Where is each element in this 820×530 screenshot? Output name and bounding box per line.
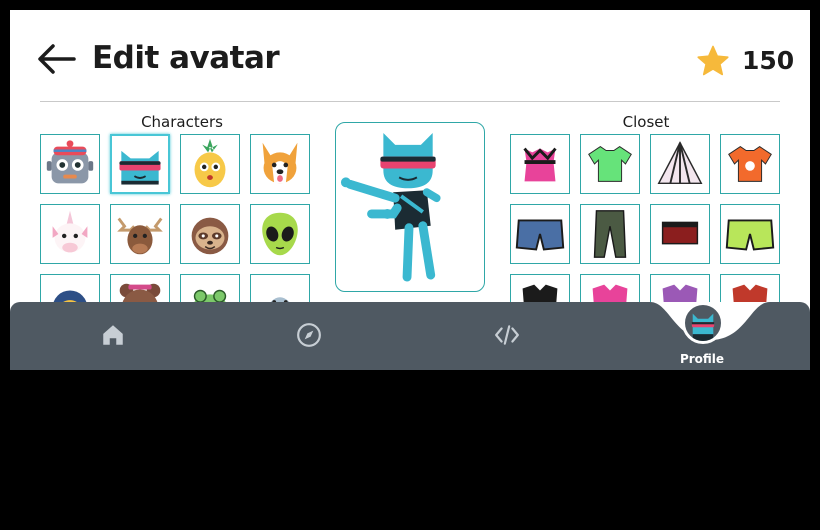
star-count: 150 <box>742 46 795 75</box>
closet-orange-tshirt[interactable] <box>720 134 780 194</box>
closet-red-skirt[interactable] <box>650 204 710 264</box>
header-divider <box>40 101 780 102</box>
nav-home[interactable] <box>88 302 138 370</box>
closet-striped-cape[interactable] <box>650 134 710 194</box>
character-unicorn[interactable] <box>40 204 100 264</box>
character-sloth[interactable] <box>180 204 240 264</box>
avatar-preview <box>335 122 485 292</box>
character-cat[interactable] <box>110 134 170 194</box>
closet-label: Closet <box>622 113 670 131</box>
nav-explore[interactable] <box>284 302 334 370</box>
profile-avatar-icon[interactable] <box>682 302 724 344</box>
character-corgi[interactable] <box>250 134 310 194</box>
nav-code[interactable] <box>482 302 532 370</box>
closet-green-shorts[interactable] <box>720 204 780 264</box>
closet-green-tshirt[interactable] <box>580 134 640 194</box>
star-icon <box>697 45 729 76</box>
header: Edit avatar 150 <box>10 10 810 102</box>
character-alien[interactable] <box>250 204 310 264</box>
nav-profile-label[interactable]: Profile <box>666 352 738 366</box>
closet-camo-pants[interactable] <box>580 204 640 264</box>
character-robot[interactable] <box>40 134 100 194</box>
compass-icon <box>297 323 321 347</box>
characters-label: Characters <box>141 113 223 131</box>
closet-denim-shorts[interactable] <box>510 204 570 264</box>
closet-pink-corset-top[interactable] <box>510 134 570 194</box>
arrow-left-icon[interactable] <box>36 42 76 76</box>
character-moose[interactable] <box>110 204 170 264</box>
page-title: Edit avatar <box>92 40 280 76</box>
app-screen: Edit avatar 150 Characters Closet Profil… <box>10 10 810 370</box>
home-icon <box>103 325 123 345</box>
character-pineapple[interactable] <box>180 134 240 194</box>
code-icon <box>495 325 519 345</box>
